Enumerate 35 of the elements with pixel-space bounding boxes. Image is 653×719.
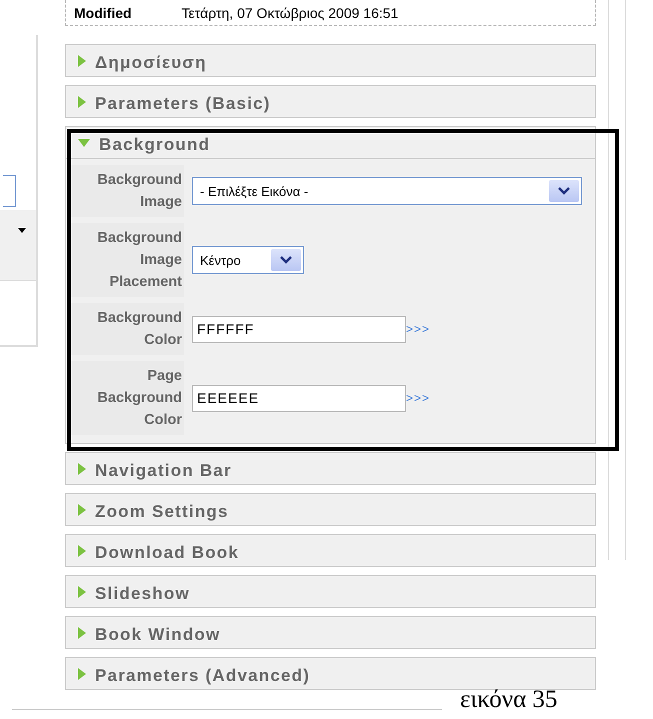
expanded-triangle-icon xyxy=(78,138,90,146)
collapsed-triangle-icon xyxy=(78,462,86,474)
collapsed-triangle-icon xyxy=(78,626,86,638)
accordion-header[interactable]: Download Book xyxy=(66,535,595,566)
color-input-field[interactable]: EEEEEE xyxy=(192,384,406,412)
dropdown-select[interactable]: - Επιλέξτε Εικόνα - xyxy=(192,177,582,205)
field-label: Background Image Placement xyxy=(70,223,184,297)
info-value: Τετάρτη, 07 Οκτώβριος 2009 16:51 xyxy=(182,4,398,20)
accordion-header[interactable]: Book Window xyxy=(66,617,595,648)
accordion-header[interactable]: Parameters (Basic) xyxy=(66,86,595,117)
accordion-header[interactable]: Δημοσίευση xyxy=(66,45,595,76)
color-picker-link[interactable]: >>> xyxy=(406,322,430,336)
accordion-header[interactable]: Slideshow xyxy=(66,576,595,607)
figure-caption: εικόνα 35 xyxy=(460,686,558,714)
accordion-header[interactable]: Navigation Bar xyxy=(66,453,595,484)
accordion-header[interactable]: Zoom Settings xyxy=(66,494,595,525)
collapsed-triangle-icon xyxy=(78,668,86,680)
chevron-down-icon xyxy=(558,187,570,195)
accordion-header[interactable]: Background xyxy=(66,127,595,159)
collapsed-triangle-icon xyxy=(78,504,86,516)
color-picker-link[interactable]: >>> xyxy=(406,391,430,405)
field-label: Background Color xyxy=(70,303,184,355)
chevron-down-icon xyxy=(280,256,292,264)
info-label: Modified xyxy=(74,4,132,20)
field-label: Page Background Color xyxy=(70,361,184,435)
field-label: Background Image xyxy=(70,165,184,217)
collapsed-triangle-icon xyxy=(78,96,86,108)
accordion-header[interactable]: Parameters (Advanced) xyxy=(66,658,595,689)
color-input-field[interactable]: FFFFFF xyxy=(192,316,406,342)
input-field[interactable] xyxy=(3,175,16,207)
collapsed-triangle-icon xyxy=(78,544,86,556)
dropdown-select[interactable]: Κέντρο xyxy=(192,246,304,274)
caret-icon xyxy=(18,228,26,233)
collapsed-triangle-icon xyxy=(78,54,86,66)
collapsed-triangle-icon xyxy=(78,586,86,598)
